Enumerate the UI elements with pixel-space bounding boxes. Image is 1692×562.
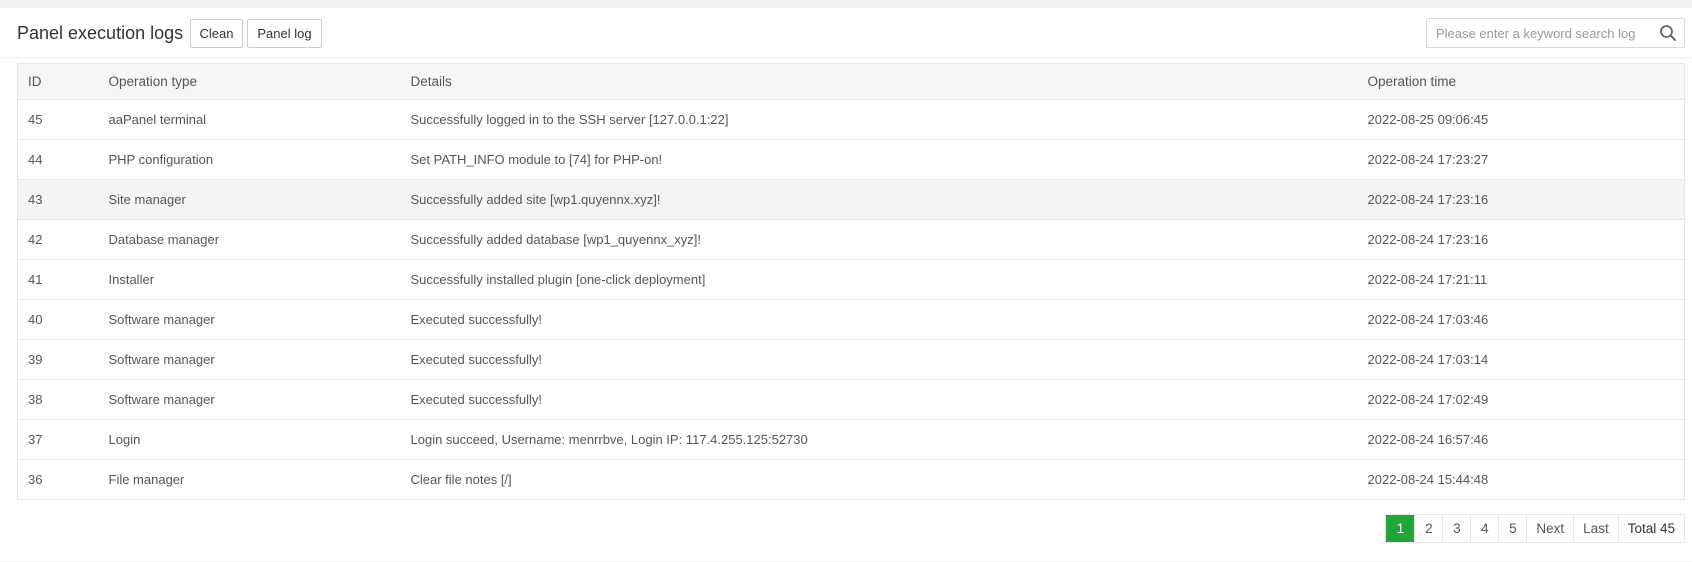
cell-operation-type: Software manager — [98, 339, 401, 380]
table-row[interactable]: 36 File manager Clear file notes [/] 2022-0… — [17, 459, 1685, 500]
table-row[interactable]: 44 PHP configuration Set PATH_INFO module … — [17, 139, 1685, 180]
cell-id: 43 — [17, 179, 99, 220]
cell-operation-type: Installer — [98, 259, 401, 300]
cell-details: Successfully added database [wp1_quyennx… — [400, 219, 1358, 260]
cell-operation-type: Site manager — [98, 179, 401, 220]
cell-id: 45 — [17, 99, 99, 140]
last-page-button[interactable]: Last — [1573, 515, 1618, 542]
table-row[interactable]: 40 Software manager Executed successfully!… — [17, 299, 1685, 340]
column-header-details[interactable]: Details — [400, 63, 1358, 100]
cell-details: Executed successfully! — [400, 379, 1358, 420]
cell-id: 42 — [17, 219, 99, 260]
page-2-button[interactable]: 2 — [1414, 515, 1443, 542]
cell-operation-type: Software manager — [98, 299, 401, 340]
cell-operation-type: Software manager — [98, 379, 401, 420]
cell-operation-time: 2022-08-25 09:06:45 — [1357, 99, 1685, 140]
table-row[interactable]: 43 Site manager Successfully added site [w… — [17, 179, 1685, 220]
clean-button[interactable]: Clean — [190, 19, 243, 48]
search-input[interactable] — [1427, 19, 1652, 47]
total-count: Total 45 — [1617, 515, 1684, 542]
cell-id: 36 — [17, 459, 99, 500]
page-3-button[interactable]: 3 — [1442, 515, 1471, 542]
column-header-id[interactable]: ID — [17, 63, 99, 100]
cell-id: 38 — [17, 379, 99, 420]
cell-operation-time: 2022-08-24 15:44:48 — [1357, 459, 1685, 500]
search-icon[interactable] — [1658, 23, 1678, 43]
table-row[interactable]: 45 aaPanel terminal Successfully logged in… — [17, 99, 1685, 140]
table-header-row: ID Operation type Details Operation time — [17, 63, 1685, 100]
column-header-operation-time[interactable]: Operation time — [1357, 63, 1685, 100]
cell-operation-type: Login — [98, 419, 401, 460]
next-page-button[interactable]: Next — [1526, 515, 1574, 542]
cell-operation-type: File manager — [98, 459, 401, 500]
cell-details: Successfully added site [wp1.quyennx.xyz… — [400, 179, 1358, 220]
table-row[interactable]: 42 Database manager Successfully added dat… — [17, 219, 1685, 260]
cell-operation-type: aaPanel terminal — [98, 99, 401, 140]
page-title: Panel execution logs — [17, 23, 184, 43]
logs-table: ID Operation type Details Operation time… — [17, 63, 1685, 500]
cell-details: Successfully installed plugin [one-click… — [400, 259, 1358, 300]
log-panel: Panel execution logs Clean Panel log ID … — [0, 8, 1692, 561]
cell-details: Successfully logged in to the SSH server… — [400, 99, 1358, 140]
cell-operation-time: 2022-08-24 17:02:49 — [1357, 379, 1685, 420]
panel-log-button[interactable]: Panel log — [247, 19, 322, 48]
cell-operation-time: 2022-08-24 17:03:14 — [1357, 339, 1685, 380]
cell-id: 39 — [17, 339, 99, 380]
cell-operation-time: 2022-08-24 17:23:16 — [1357, 219, 1685, 260]
cell-id: 40 — [17, 299, 99, 340]
page-5-button[interactable]: 5 — [1498, 515, 1527, 542]
cell-id: 41 — [17, 259, 99, 300]
table-row[interactable]: 37 Login Login succeed, Username: menrrbve… — [17, 419, 1685, 460]
search-box — [1426, 18, 1685, 48]
cell-operation-type: PHP configuration — [98, 139, 401, 180]
panel-header: Panel execution logs Clean Panel log — [0, 8, 1692, 58]
cell-operation-time: 2022-08-24 17:03:46 — [1357, 299, 1685, 340]
column-header-operation-type[interactable]: Operation type — [98, 63, 401, 100]
cell-operation-time: 2022-08-24 16:57:46 — [1357, 419, 1685, 460]
pagination: 1 2 3 4 5 Next Last Total 45 — [1385, 514, 1685, 543]
cell-details: Clear file notes [/] — [400, 459, 1358, 500]
cell-id: 37 — [17, 419, 99, 460]
table-row[interactable]: 39 Software manager Executed successfully!… — [17, 339, 1685, 380]
cell-details: Login succeed, Username: menrrbve, Login… — [400, 419, 1358, 460]
cell-operation-type: Database manager — [98, 219, 401, 260]
cell-details: Executed successfully! — [400, 339, 1358, 380]
cell-operation-time: 2022-08-24 17:23:16 — [1357, 179, 1685, 220]
cell-operation-time: 2022-08-24 17:23:27 — [1357, 139, 1685, 180]
cell-details: Executed successfully! — [400, 299, 1358, 340]
cell-id: 44 — [17, 139, 99, 180]
page-4-button[interactable]: 4 — [1470, 515, 1499, 542]
cell-details: Set PATH_INFO module to [74] for PHP-on! — [400, 139, 1358, 180]
table-row[interactable]: 38 Software manager Executed successfully!… — [17, 379, 1685, 420]
cell-operation-time: 2022-08-24 17:21:11 — [1357, 259, 1685, 300]
page-1-button[interactable]: 1 — [1386, 515, 1415, 542]
table-row[interactable]: 41 Installer Successfully installed plugin… — [17, 259, 1685, 300]
